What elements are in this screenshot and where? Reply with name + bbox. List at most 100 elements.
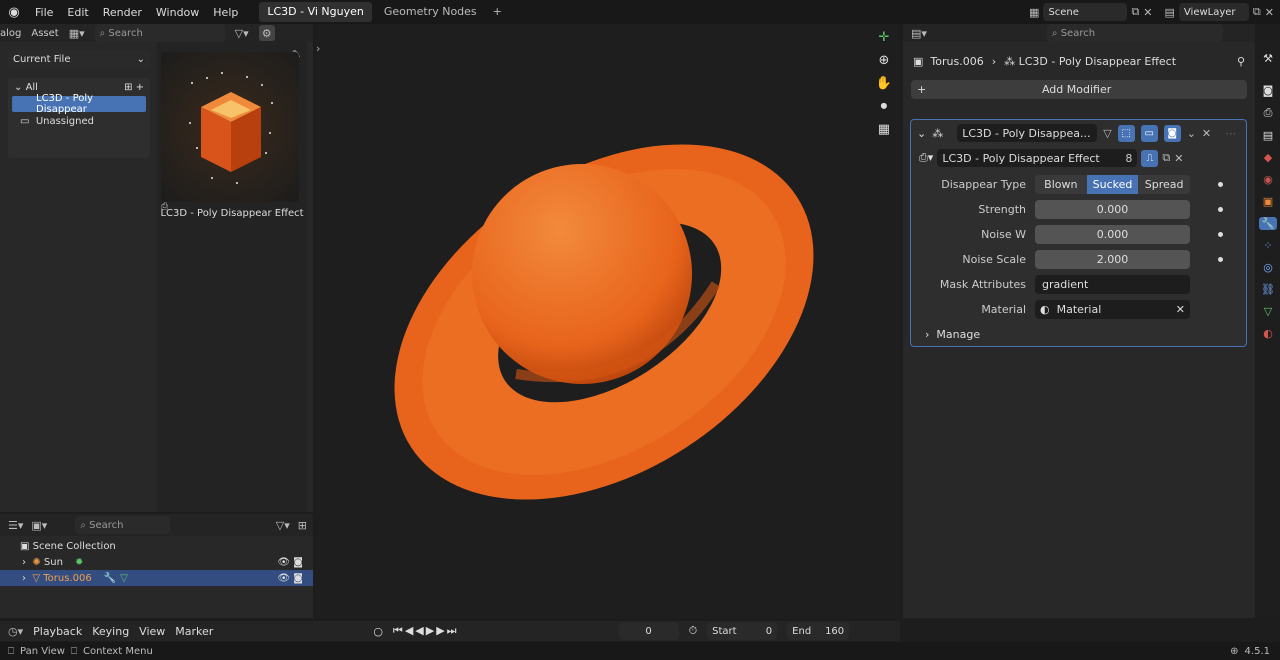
- navigation-gizmo-icon[interactable]: ✛: [878, 30, 889, 45]
- constraints-tab-icon[interactable]: ⛓: [1261, 283, 1275, 296]
- chevron-down-icon[interactable]: ⌄: [1187, 127, 1196, 140]
- mask-attributes-field[interactable]: gradient: [1035, 275, 1190, 294]
- keyframe-dot-icon[interactable]: [1218, 257, 1223, 262]
- asset-thumbnail[interactable]: ⎙: [161, 52, 299, 212]
- modifier-tab-icon[interactable]: 🔧: [1259, 217, 1277, 230]
- menu-view[interactable]: View: [139, 625, 165, 638]
- scene-selector[interactable]: Scene: [1043, 3, 1128, 21]
- catalog-menu[interactable]: alog: [0, 28, 21, 39]
- catalog-item-selected[interactable]: LC3D - Poly Disappear: [12, 93, 146, 115]
- menu-help[interactable]: Help: [206, 6, 245, 19]
- render-tab-icon[interactable]: ◙: [1263, 84, 1274, 97]
- outliner-row-scene-collection[interactable]: ▣ Scene Collection: [0, 538, 313, 554]
- library-selector[interactable]: Current File ⌄: [8, 50, 150, 68]
- data-tab-icon[interactable]: ▽: [1264, 305, 1272, 318]
- noise-w-slider[interactable]: 0.000: [1035, 225, 1190, 244]
- tab-geometry-nodes[interactable]: Geometry Nodes: [376, 2, 485, 22]
- duplicate-icon[interactable]: ⧉: [1162, 151, 1170, 165]
- viewlayer-selector[interactable]: ViewLayer: [1178, 3, 1249, 21]
- option-sucked[interactable]: Sucked: [1086, 175, 1139, 194]
- object-tab-icon[interactable]: ▣: [1263, 195, 1273, 208]
- breadcrumb-modifier[interactable]: LC3D - Poly Disappear Effect: [1019, 55, 1176, 68]
- blender-logo-icon[interactable]: ◉: [0, 5, 28, 20]
- viewlayer-icon[interactable]: ▤: [1165, 6, 1175, 19]
- stopwatch-icon[interactable]: ⏱: [689, 624, 698, 638]
- view-layer-tab-icon[interactable]: ▤: [1263, 129, 1273, 142]
- zoom-icon[interactable]: ⊕: [878, 53, 889, 68]
- grid-ortho-icon[interactable]: ▦: [878, 122, 890, 137]
- tab-workspace-main[interactable]: LC3D - Vi Nguyen: [259, 2, 372, 22]
- modifier-name-field[interactable]: LC3D - Poly Disappea...: [957, 124, 1098, 142]
- camera-icon[interactable]: ⏺: [881, 99, 888, 114]
- display-mode-icon[interactable]: ▦▾: [69, 27, 85, 40]
- chevron-right-icon[interactable]: ›: [22, 573, 32, 584]
- end-frame-field[interactable]: End 160: [787, 622, 850, 640]
- start-frame-field[interactable]: Start 0: [707, 622, 778, 640]
- new-collection-icon[interactable]: ⊞: [298, 519, 307, 532]
- editor-type-icon[interactable]: ▤▾: [911, 27, 927, 40]
- pin-icon[interactable]: ⚲: [1237, 55, 1255, 68]
- scene-icon[interactable]: ▦: [1029, 6, 1039, 19]
- sidebar-toggle-icon[interactable]: ›: [316, 42, 320, 55]
- chevron-down-icon[interactable]: ⌄: [14, 82, 26, 93]
- node-tree-icon[interactable]: ⎙▾: [919, 151, 933, 165]
- edit-mode-icon[interactable]: ▽: [1103, 127, 1111, 140]
- new-scene-icon[interactable]: ⧉: [1131, 5, 1139, 19]
- catalog-all[interactable]: All: [26, 82, 38, 93]
- outliner-row-sun[interactable]: › ✺ Sun ✹ 👁 ◙: [0, 554, 313, 570]
- asset-menu[interactable]: Asset: [31, 28, 58, 39]
- fake-user-icon[interactable]: ⎍: [1141, 149, 1159, 167]
- chevron-down-icon[interactable]: ⌄: [917, 127, 926, 140]
- option-blown[interactable]: Blown: [1035, 175, 1087, 194]
- physics-tab-icon[interactable]: ◎: [1263, 261, 1273, 274]
- keyframe-dot-icon[interactable]: [1218, 207, 1223, 212]
- outliner-row-torus[interactable]: › ▽ Torus.006 🔧 ▽ 👁 ◙: [0, 570, 313, 586]
- breadcrumb-object[interactable]: Torus.006: [930, 55, 983, 68]
- strength-slider[interactable]: 0.000: [1035, 200, 1190, 219]
- option-spread[interactable]: Spread: [1138, 175, 1190, 194]
- outliner-editor-icon[interactable]: ☰▾: [8, 519, 23, 532]
- output-tab-icon[interactable]: ⎙: [1264, 106, 1273, 120]
- filter-icon[interactable]: ▽▾: [235, 27, 249, 40]
- on-cage-icon[interactable]: ⬚: [1117, 124, 1135, 142]
- render-camera-icon[interactable]: ◙: [1163, 124, 1181, 142]
- node-group-selector[interactable]: LC3D - Poly Disappear Effect 8: [937, 149, 1138, 167]
- add-workspace-button[interactable]: +: [489, 2, 506, 22]
- particles-tab-icon[interactable]: ⁘: [1263, 239, 1272, 252]
- filter-icon[interactable]: ▽▾: [276, 519, 290, 532]
- tool-tab-icon[interactable]: ⚒: [1263, 52, 1273, 65]
- properties-search-input[interactable]: ⌕ Search: [1046, 24, 1223, 42]
- pan-hand-icon[interactable]: ✋: [876, 76, 892, 91]
- add-modifier-button[interactable]: + Add Modifier: [911, 80, 1247, 99]
- remove-modifier-icon[interactable]: ✕: [1202, 127, 1211, 140]
- clock-editor-icon[interactable]: ◷▾: [8, 625, 23, 638]
- outliner-search-input[interactable]: ⌕ Search: [75, 516, 171, 534]
- auto-key-icon[interactable]: ○: [373, 625, 383, 638]
- material-tab-icon[interactable]: ◐: [1263, 327, 1273, 340]
- material-selector[interactable]: ◐ Material ✕: [1035, 300, 1190, 319]
- delete-viewlayer-icon[interactable]: ✕: [1265, 6, 1274, 19]
- visibility-camera-icons[interactable]: 👁 ◙: [277, 573, 313, 584]
- menu-edit[interactable]: Edit: [60, 6, 95, 19]
- new-viewlayer-icon[interactable]: ⧉: [1253, 5, 1261, 19]
- noise-scale-slider[interactable]: 2.000: [1035, 250, 1190, 269]
- keyframe-dot-icon[interactable]: [1218, 182, 1223, 187]
- viewport-display-icon[interactable]: ▭: [1140, 124, 1158, 142]
- add-catalog-icon[interactable]: ⊞ +: [124, 82, 150, 93]
- asset-search-input[interactable]: ⌕ Search: [94, 24, 225, 42]
- drag-handle-icon[interactable]: ⋯: [1225, 127, 1236, 140]
- menu-window[interactable]: Window: [149, 6, 206, 19]
- unlink-icon[interactable]: ✕: [1174, 152, 1183, 165]
- menu-keying[interactable]: Keying: [92, 625, 129, 638]
- menu-playback[interactable]: Playback: [33, 625, 82, 638]
- world-tab-icon[interactable]: ◉: [1263, 173, 1273, 186]
- menu-file[interactable]: File: [28, 6, 60, 19]
- current-frame-field[interactable]: 0: [618, 622, 679, 640]
- menu-render[interactable]: Render: [96, 6, 149, 19]
- 3d-viewport[interactable]: ✛ ⊕ ✋ ⏺ ▦ ›: [316, 24, 900, 618]
- chevron-right-icon[interactable]: ›: [22, 557, 32, 568]
- visibility-camera-icons[interactable]: 👁 ◙: [277, 557, 313, 568]
- scene-tab-icon[interactable]: ◆: [1264, 151, 1272, 164]
- delete-scene-icon[interactable]: ✕: [1143, 6, 1152, 19]
- keyframe-dot-icon[interactable]: [1218, 232, 1223, 237]
